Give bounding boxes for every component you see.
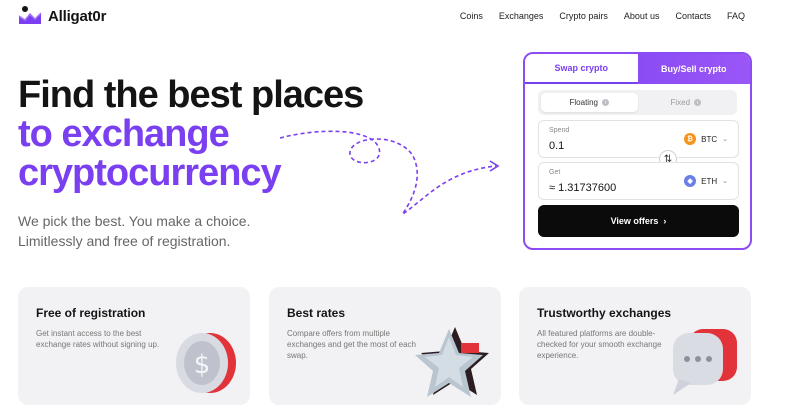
coin-icon: $ — [176, 333, 236, 393]
tab-buy-sell-crypto[interactable]: Buy/Sell crypto — [637, 54, 750, 84]
nav-about-us[interactable]: About us — [624, 11, 660, 21]
spend-coin-selector[interactable]: ₿ BTC ⌄ — [684, 133, 728, 145]
get-field[interactable]: Get ≈ 1.31737600 ◆ ETH ⌄ — [538, 162, 739, 200]
spend-coin-ticker: BTC — [701, 134, 718, 144]
info-icon[interactable]: i — [694, 99, 702, 106]
hero-subtitle-line-1: We pick the best. You make a choice. — [18, 213, 251, 229]
rate-floating-label: Floating — [569, 98, 598, 107]
spend-amount-input[interactable]: 0.1 — [549, 140, 564, 152]
nav-coins[interactable]: Coins — [460, 11, 483, 21]
chat-bubble-icon — [673, 329, 737, 395]
feature-card-best-rates: Best rates Compare offers from multiple … — [269, 287, 501, 405]
brand-logo[interactable]: Alligat0r — [18, 6, 106, 26]
rate-fixed-option[interactable]: Fixed i — [638, 93, 735, 112]
feature-description: Get instant access to the best exchange … — [36, 329, 160, 349]
svg-text:$: $ — [194, 350, 211, 380]
dashed-arrow-decoration — [279, 130, 500, 215]
chevron-right-icon: › — [663, 216, 667, 226]
feature-title: Best rates — [287, 306, 346, 320]
exchange-widget: Swap crypto Buy/Sell crypto Floating i F… — [523, 52, 752, 250]
spend-field[interactable]: Spend 0.1 ₿ BTC ⌄ — [538, 120, 739, 158]
feature-card-free-registration: Free of registration Get instant access … — [18, 287, 250, 405]
rate-floating-option[interactable]: Floating i — [541, 93, 638, 112]
hero-subtitle-line-2: Limitlessly and free of registration. — [18, 233, 231, 249]
spend-label: Spend — [549, 127, 570, 134]
nav-contacts[interactable]: Contacts — [675, 11, 711, 21]
tab-swap-crypto[interactable]: Swap crypto — [525, 54, 638, 84]
view-offers-button[interactable]: View offers › — [538, 205, 739, 237]
chevron-down-icon: ⌄ — [722, 136, 728, 143]
get-coin-selector[interactable]: ◆ ETH ⌄ — [684, 175, 728, 187]
nav-exchanges[interactable]: Exchanges — [499, 11, 544, 21]
rate-type-toggle: Floating i Fixed i — [538, 90, 737, 115]
rate-fixed-label: Fixed — [670, 98, 691, 107]
info-icon[interactable]: i — [601, 99, 609, 106]
brand-name: Alligat0r — [48, 7, 107, 25]
nav-faq[interactable]: FAQ — [727, 11, 745, 21]
get-coin-ticker: ETH — [701, 176, 718, 186]
nav-crypto-pairs[interactable]: Crypto pairs — [559, 11, 608, 21]
feature-title: Trustworthy exchanges — [537, 306, 672, 320]
chevron-down-icon: ⌄ — [722, 178, 728, 185]
feature-title: Free of registration — [36, 306, 146, 320]
feature-card-trustworthy-exchanges: Trustworthy exchanges All featured platf… — [519, 287, 751, 405]
feature-description: All featured platforms are double-checke… — [537, 329, 662, 360]
get-label: Get — [549, 169, 561, 176]
get-amount-value: ≈ 1.31737600 — [549, 182, 617, 194]
widget-tabs: Swap crypto Buy/Sell crypto — [525, 54, 750, 84]
bitcoin-icon: ₿ — [684, 133, 697, 145]
ethereum-icon: ◆ — [684, 175, 697, 187]
feature-description: Compare offers from multiple exchanges a… — [287, 329, 416, 360]
star-icon — [415, 327, 489, 397]
hero-title-line-1: Find the best places — [18, 74, 364, 116]
view-offers-label: View offers — [610, 216, 659, 226]
top-nav: Coins Exchanges Crypto pairs About us Co… — [460, 11, 745, 21]
alligator-logo-icon — [18, 6, 42, 26]
hero-subtitle: We pick the best. You make a choice. Lim… — [18, 211, 318, 251]
